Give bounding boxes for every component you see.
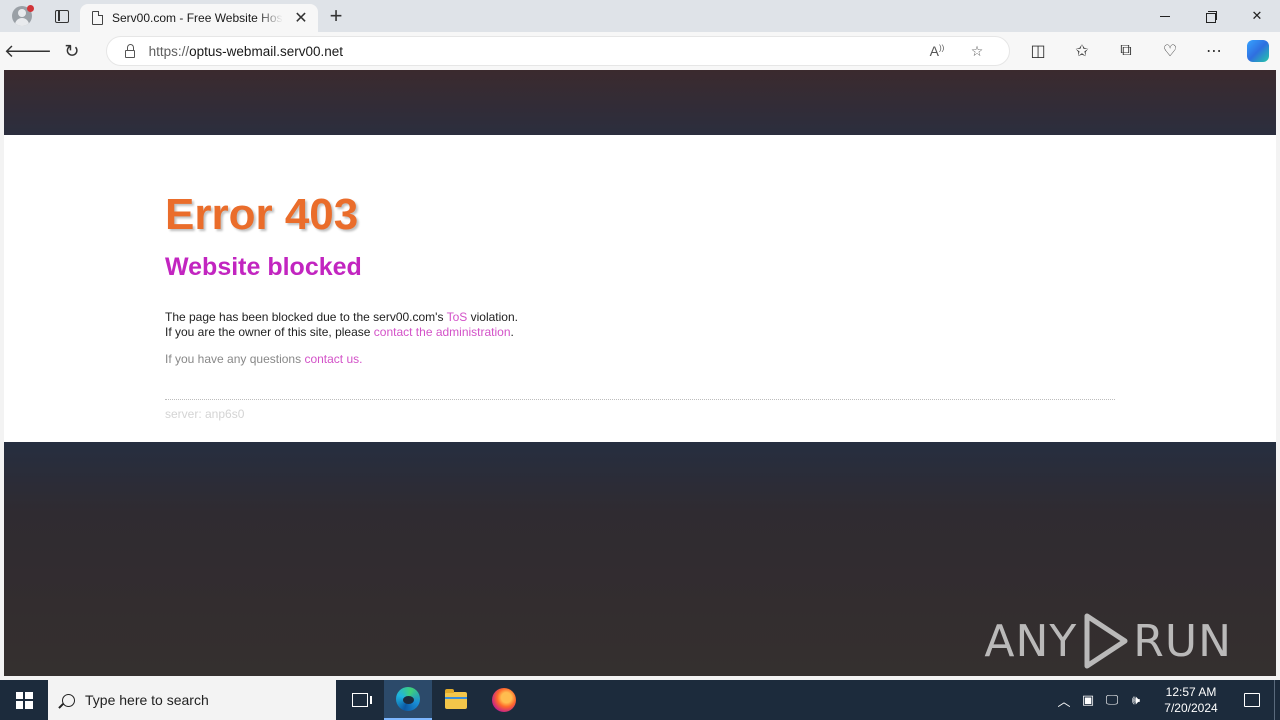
system-tray: ︿ ▣ 🖵 🕪 12:57 AM 7/20/2024	[1052, 680, 1280, 720]
chevron-up-icon[interactable]: ︿	[1052, 691, 1076, 710]
error-panel: Error 403 Website blocked The page has b…	[4, 135, 1276, 442]
clock-date: 7/20/2024	[1164, 701, 1218, 715]
taskbar-edge[interactable]	[384, 680, 432, 720]
restore-button[interactable]	[1188, 0, 1234, 32]
device-icon[interactable]: ▣	[1076, 692, 1100, 708]
favorites-icon[interactable]: ✩	[1060, 32, 1104, 70]
search-placeholder: Type here to search	[85, 692, 209, 708]
browser-toolbar: 🡐 ↻ https://optus-webmail.serv00.net A))…	[0, 32, 1280, 70]
task-view-button[interactable]	[336, 680, 384, 720]
notification-dot-icon	[27, 5, 34, 12]
tab-title: Serv00.com - Free Website Hosting	[112, 11, 283, 25]
lock-icon[interactable]	[124, 43, 135, 58]
new-tab-button[interactable]: +	[318, 0, 354, 32]
tab-actions-button[interactable]	[44, 0, 80, 32]
more-menu-icon[interactable]: ⋯	[1192, 32, 1236, 70]
taskbar-search[interactable]: Type here to search	[48, 680, 336, 720]
play-icon	[1084, 613, 1128, 669]
firefox-icon	[492, 688, 516, 712]
tab-strip: Serv00.com - Free Website Hosting ✕ + ✕	[0, 0, 1280, 32]
copilot-icon	[1247, 40, 1269, 62]
volume-icon[interactable]: 🕪	[1124, 692, 1148, 708]
header-band	[4, 70, 1276, 135]
profile-button[interactable]	[0, 0, 44, 32]
server-id: server: anp6s0	[165, 407, 245, 421]
start-button[interactable]	[0, 680, 48, 720]
tab-actions-icon	[55, 9, 69, 23]
contact-us-link[interactable]: contact us.	[304, 352, 362, 366]
collections-icon[interactable]: ⧉	[1104, 32, 1148, 70]
edge-icon	[396, 687, 420, 711]
tab-close-icon[interactable]: ✕	[292, 8, 310, 28]
page-icon	[92, 11, 103, 25]
clock[interactable]: 12:57 AM 7/20/2024	[1152, 684, 1230, 716]
windows-logo-icon	[15, 691, 33, 709]
network-icon[interactable]: 🖵	[1100, 692, 1124, 708]
favorite-star-icon[interactable]: ☆	[957, 43, 997, 60]
folder-icon	[445, 688, 467, 709]
window-controls: ✕	[1142, 0, 1280, 32]
notification-center-button[interactable]	[1230, 693, 1274, 707]
watermark-left-text: ANY	[984, 615, 1078, 667]
message-line-2: If you are the owner of this site, pleas…	[165, 325, 514, 339]
refresh-button[interactable]: ↻	[50, 32, 94, 70]
taskbar-file-explorer[interactable]	[432, 680, 480, 720]
divider	[165, 399, 1115, 400]
split-screen-icon[interactable]: ◫	[1016, 32, 1060, 70]
browser-essentials-icon[interactable]: ♡	[1148, 32, 1192, 70]
watermark-right-text: RUN	[1133, 615, 1232, 667]
clock-time: 12:57 AM	[1165, 685, 1217, 699]
questions-line: If you have any questions contact us.	[165, 352, 363, 366]
task-view-icon	[352, 693, 372, 707]
search-icon	[62, 693, 75, 707]
windows-taskbar: Type here to search ︿ ▣ 🖵 🕪 12:57 AM 7/2…	[0, 680, 1280, 720]
copilot-button[interactable]	[1236, 32, 1280, 70]
contact-administration-link[interactable]: contact the administration	[374, 325, 511, 339]
error-message: The page has been blocked due to the ser…	[165, 310, 518, 340]
error-code-heading: Error 403	[165, 190, 359, 239]
taskbar-firefox[interactable]	[480, 680, 528, 720]
back-button[interactable]: 🡐	[4, 32, 52, 70]
page-viewport: Error 403 Website blocked The page has b…	[4, 70, 1276, 676]
minimize-button[interactable]	[1142, 0, 1188, 32]
read-aloud-icon[interactable]: A))	[917, 43, 957, 59]
toolbar-right: ◫ ✩ ⧉ ♡ ⋯	[1016, 32, 1280, 70]
close-window-button[interactable]: ✕	[1234, 0, 1280, 32]
url-text[interactable]: https://optus-webmail.serv00.net	[149, 44, 917, 59]
anyrun-watermark: ANY RUN	[984, 612, 1232, 670]
address-bar[interactable]: https://optus-webmail.serv00.net A)) ☆	[105, 36, 1010, 66]
browser-tab-active[interactable]: Serv00.com - Free Website Hosting ✕	[80, 4, 318, 32]
tos-link[interactable]: ToS	[447, 310, 468, 324]
error-title-heading: Website blocked	[165, 253, 362, 281]
message-line-1: The page has been blocked due to the ser…	[165, 310, 518, 324]
notification-icon	[1244, 693, 1260, 707]
show-desktop-button[interactable]	[1274, 680, 1280, 720]
